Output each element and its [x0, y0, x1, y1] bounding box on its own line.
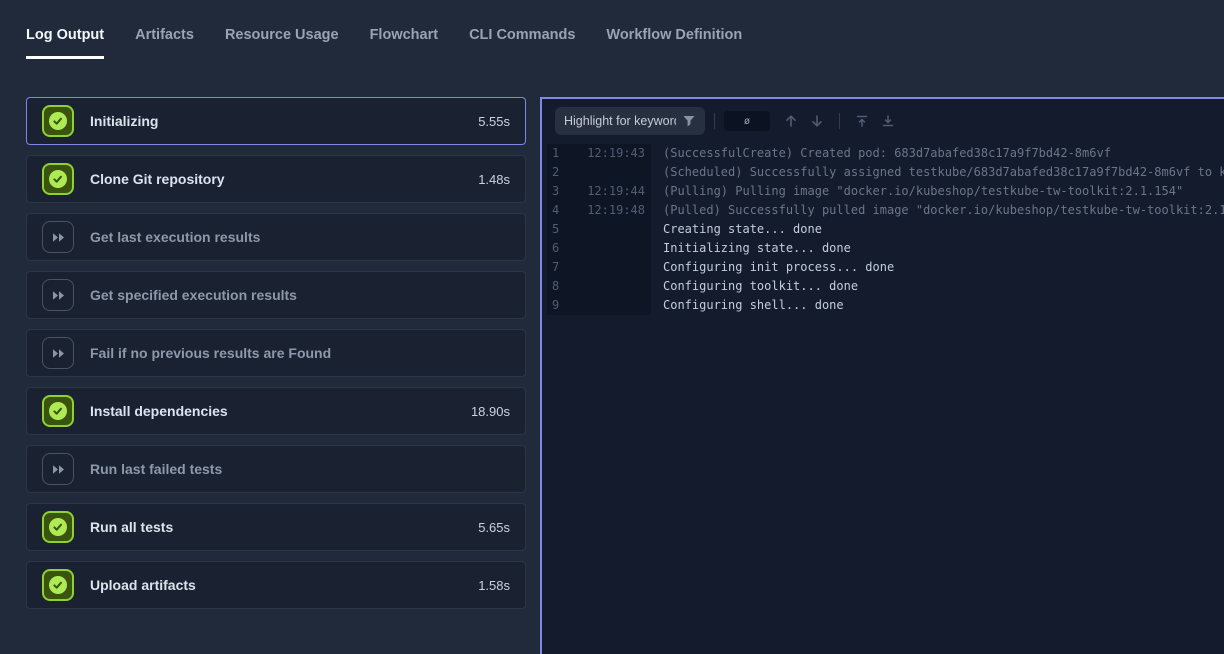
line-text: Configuring toolkit... done — [651, 277, 858, 296]
step-upload-artifacts[interactable]: Upload artifacts 1.58s — [26, 561, 526, 609]
step-get-last-execution-results[interactable]: Get last execution results — [26, 213, 526, 261]
log-lines: 1 12:19:43 (SuccessfulCreate) Created po… — [542, 144, 1224, 315]
status-passed-icon — [42, 395, 74, 427]
step-label: Initializing — [90, 113, 158, 129]
step-run-last-failed-tests[interactable]: Run last failed tests — [26, 445, 526, 493]
step-label: Fail if no previous results are Found — [90, 345, 331, 361]
arrow-down-icon — [809, 113, 825, 129]
previous-match-button[interactable] — [778, 108, 804, 134]
log-line: 6 Initializing state... done — [547, 239, 1224, 258]
status-passed-icon — [42, 163, 74, 195]
workflow-steps-list: Initializing 5.55s Clone Git repository … — [26, 97, 526, 609]
step-duration: 1.58s — [478, 578, 510, 593]
scroll-to-top-icon — [854, 113, 870, 129]
tab-label: CLI Commands — [469, 27, 575, 43]
keyword-search-input[interactable] — [564, 114, 676, 128]
step-initializing[interactable]: Initializing 5.55s — [26, 97, 526, 145]
line-number: 1 — [552, 144, 559, 163]
line-text: Creating state... done — [651, 220, 822, 239]
scroll-to-bottom-icon — [880, 113, 896, 129]
step-fail-if-no-previous-results-are-found[interactable]: Fail if no previous results are Found — [26, 329, 526, 377]
arrow-up-icon — [783, 113, 799, 129]
line-text: (Pulling) Pulling image "docker.io/kubes… — [651, 182, 1183, 201]
step-label: Get last execution results — [90, 229, 260, 245]
status-skipped-icon — [42, 453, 74, 485]
status-passed-icon — [42, 569, 74, 601]
step-label: Run last failed tests — [90, 461, 222, 477]
step-duration: 18.90s — [471, 404, 510, 419]
log-line: 2 (Scheduled) Successfully assigned test… — [547, 163, 1224, 182]
line-number: 8 — [552, 277, 559, 296]
step-duration: 1.48s — [478, 172, 510, 187]
scroll-to-top-button[interactable] — [849, 108, 875, 134]
line-text: (Scheduled) Successfully assigned testku… — [651, 163, 1224, 182]
log-line: 8 Configuring toolkit... done — [547, 277, 1224, 296]
step-label: Install dependencies — [90, 403, 228, 419]
log-line: 5 Creating state... done — [547, 220, 1224, 239]
tab-bar: Log Output Artifacts Resource Usage Flowcha… — [0, 0, 1224, 59]
line-text: (SuccessfulCreate) Created pod: 683d7aba… — [651, 144, 1111, 163]
log-line: 9 Configuring shell... done — [547, 296, 1224, 315]
step-install-dependencies[interactable]: Install dependencies 18.90s — [26, 387, 526, 435]
step-get-specified-execution-results[interactable]: Get specified execution results — [26, 271, 526, 319]
keyword-search[interactable] — [555, 107, 705, 135]
status-skipped-icon — [42, 221, 74, 253]
step-label: Upload artifacts — [90, 577, 196, 593]
line-text: Configuring init process... done — [651, 258, 894, 277]
line-text: Initializing state... done — [651, 239, 851, 258]
tab-label: Workflow Definition — [606, 27, 742, 43]
step-run-all-tests[interactable]: Run all tests 5.65s — [26, 503, 526, 551]
status-passed-icon — [42, 511, 74, 543]
line-text: Configuring shell... done — [651, 296, 844, 315]
line-number: 6 — [552, 239, 559, 258]
line-timestamp: 12:19:43 — [587, 144, 645, 163]
filter-icon[interactable] — [682, 114, 696, 128]
line-number: 2 — [552, 163, 559, 182]
tab-label: Resource Usage — [225, 27, 339, 43]
toolbar-divider — [839, 113, 840, 129]
log-line: 1 12:19:43 (SuccessfulCreate) Created po… — [547, 144, 1224, 163]
log-toolbar: ø — [542, 99, 1224, 144]
tab-artifacts[interactable]: Artifacts — [135, 27, 194, 59]
tab-label: Log Output — [26, 27, 104, 43]
step-label: Get specified execution results — [90, 287, 297, 303]
tab-flowchart[interactable]: Flowchart — [370, 27, 438, 59]
log-output-panel: ø 1 12:19:43 (SuccessfulCreate) — [540, 97, 1224, 654]
line-number: 5 — [552, 220, 559, 239]
line-timestamp: 12:19:44 — [587, 182, 645, 201]
step-clone-git-repository[interactable]: Clone Git repository 1.48s — [26, 155, 526, 203]
tab-cli-commands[interactable]: CLI Commands — [469, 27, 575, 59]
line-timestamp: 12:19:48 — [587, 201, 645, 220]
next-match-button[interactable] — [804, 108, 830, 134]
log-line: 7 Configuring init process... done — [547, 258, 1224, 277]
line-text: (Pulled) Successfully pulled image "dock… — [651, 201, 1224, 220]
status-skipped-icon — [42, 279, 74, 311]
match-counter: ø — [724, 111, 770, 131]
step-duration: 5.55s — [478, 114, 510, 129]
scroll-to-bottom-button[interactable] — [875, 108, 901, 134]
log-line: 3 12:19:44 (Pulling) Pulling image "dock… — [547, 182, 1224, 201]
status-skipped-icon — [42, 337, 74, 369]
line-number: 7 — [552, 258, 559, 277]
tab-resource-usage[interactable]: Resource Usage — [225, 27, 339, 59]
line-number: 3 — [552, 182, 559, 201]
tab-label: Flowchart — [370, 27, 438, 43]
tab-label: Artifacts — [135, 27, 194, 43]
step-label: Clone Git repository — [90, 171, 225, 187]
log-line: 4 12:19:48 (Pulled) Successfully pulled … — [547, 201, 1224, 220]
line-number: 9 — [552, 296, 559, 315]
tab-workflow-definition[interactable]: Workflow Definition — [606, 27, 742, 59]
step-label: Run all tests — [90, 519, 173, 535]
tab-log-output[interactable]: Log Output — [26, 27, 104, 59]
line-number: 4 — [552, 201, 559, 220]
toolbar-divider — [714, 113, 715, 129]
step-duration: 5.65s — [478, 520, 510, 535]
status-passed-icon — [42, 105, 74, 137]
